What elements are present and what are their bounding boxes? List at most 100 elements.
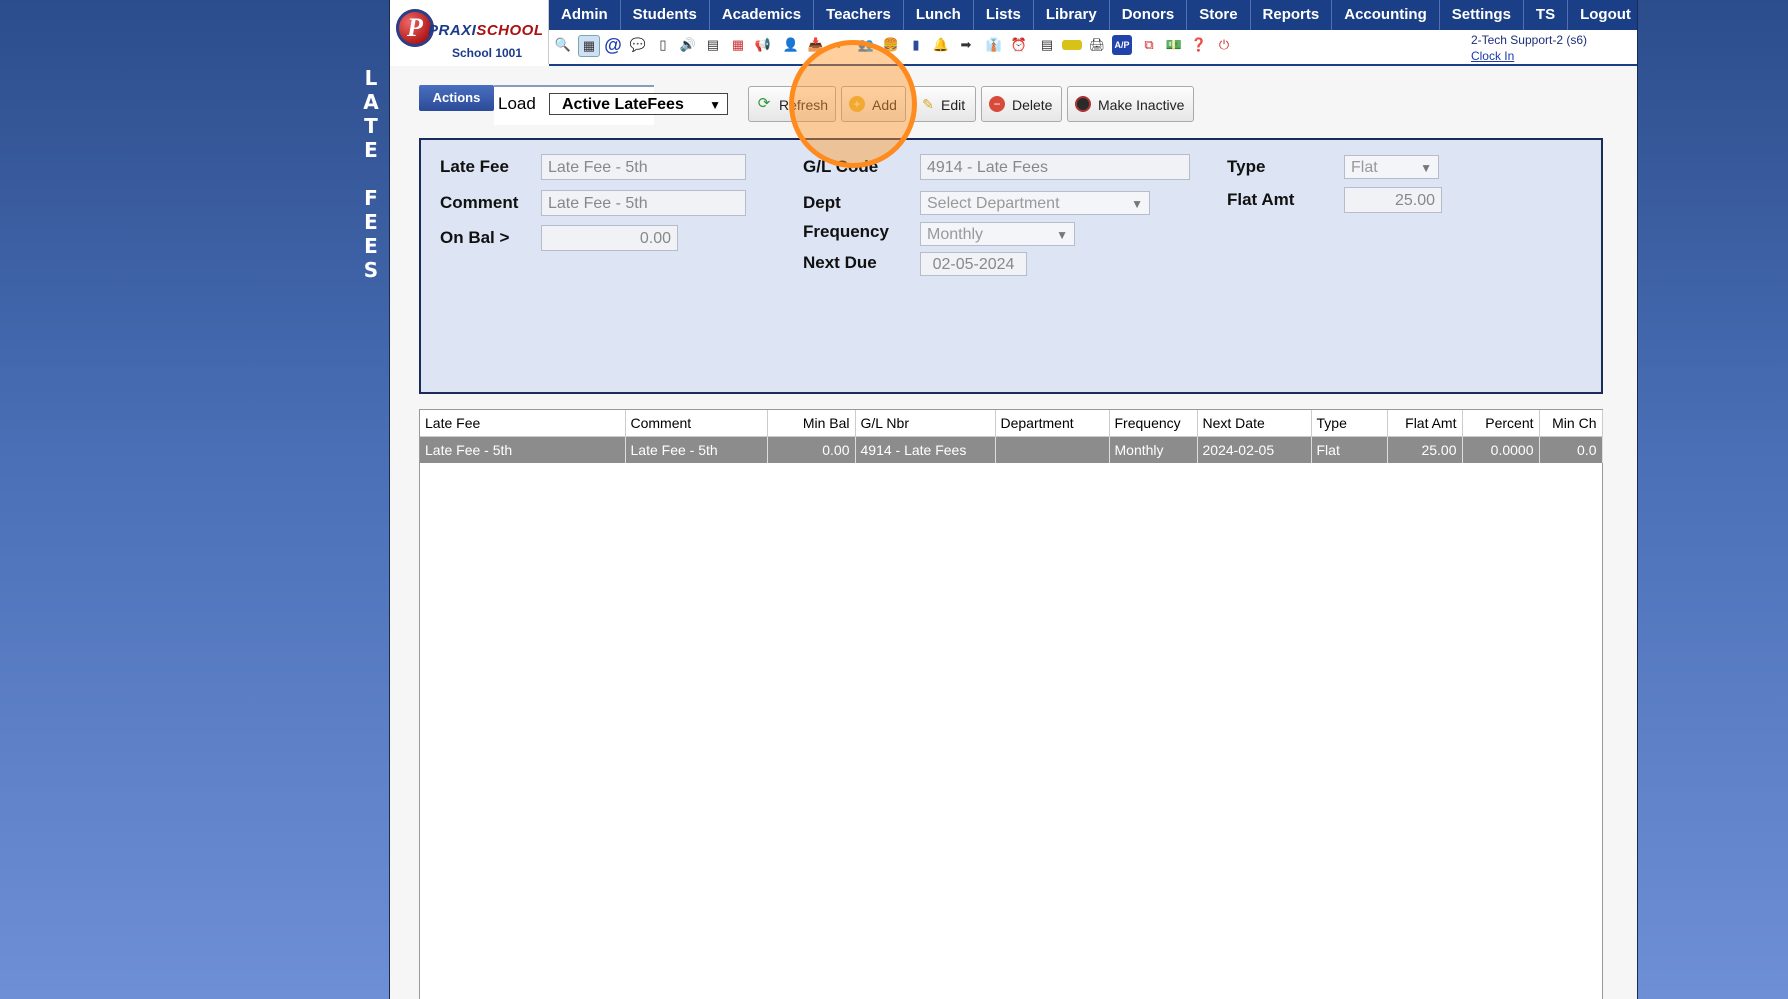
on-bal-input[interactable]: 0.00 — [541, 225, 678, 251]
check-icon[interactable]: ✔ — [831, 35, 851, 55]
column-header[interactable]: Late Fee — [420, 410, 626, 437]
load-select-value: Active LateFees — [562, 96, 684, 113]
column-header[interactable]: Type — [1311, 410, 1388, 437]
ap-icon[interactable]: A/P — [1112, 35, 1132, 55]
menu-item-settings[interactable]: Settings — [1440, 0, 1524, 30]
email-icon[interactable]: @ — [603, 35, 623, 55]
late-fees-grid: Late Fee Comment Min Bal G/L Nbr Department F… — [419, 409, 1603, 999]
menu-item-ts[interactable]: TS — [1524, 0, 1569, 30]
next-due-input[interactable]: 02-05-2024 — [920, 252, 1027, 276]
menu-item-lists[interactable]: Lists — [974, 0, 1034, 30]
teacher-icon[interactable]: 👔 — [984, 35, 1004, 55]
speaker-icon[interactable]: 🔊 — [678, 35, 698, 55]
column-header[interactable]: Min Bal — [767, 410, 856, 437]
menu-item-students[interactable]: Students — [621, 0, 710, 30]
frequency-select[interactable]: Monthly ▼ — [920, 222, 1075, 246]
forward-icon[interactable]: ➡ — [956, 35, 976, 55]
chevron-down-icon: ▼ — [709, 98, 721, 112]
menu-item-accounting[interactable]: Accounting — [1332, 0, 1440, 30]
column-header[interactable]: Frequency — [1109, 410, 1198, 437]
refresh-label: Refresh — [779, 97, 829, 113]
main-menu: Admin Students Academics Teachers Lunch Lists… — [549, 0, 1637, 30]
cash-icon[interactable]: 💵 — [1164, 35, 1184, 55]
type-select[interactable]: Flat ▼ — [1344, 155, 1439, 179]
load-select[interactable]: Active LateFees ▼ — [549, 93, 728, 115]
page-title-letter: E — [364, 138, 378, 162]
app-window: P PRAXISCHOOL School 1001 Admin Students A… — [389, 0, 1638, 999]
grid-icon[interactable]: ▦ — [578, 35, 600, 57]
user-info: 2-Tech Support-2 (s6) Clock In — [1471, 32, 1587, 64]
power-icon[interactable]: ⏻ — [1214, 35, 1234, 55]
megaphone-icon[interactable]: 📢 — [753, 35, 773, 55]
menu-item-reports[interactable]: Reports — [1251, 0, 1333, 30]
inbox-icon[interactable]: 📥 — [806, 35, 826, 55]
page-title-letter: F — [364, 186, 378, 210]
school-name: School 1001 — [452, 46, 523, 60]
table-cell: 0.00 — [767, 436, 856, 463]
dept-select[interactable]: Select Department ▼ — [920, 191, 1150, 215]
chat-icon[interactable]: 💬 — [628, 35, 648, 55]
menu-item-library[interactable]: Library — [1034, 0, 1110, 30]
chevron-down-icon: ▼ — [1131, 197, 1143, 211]
praxischool-logo[interactable]: P PRAXISCHOOL School 1001 — [390, 0, 549, 64]
search-icon[interactable]: 🔍 — [553, 35, 573, 55]
page-title-letter: T — [364, 114, 378, 138]
table-row[interactable]: Late Fee - 5th Late Fee - 5th 0.00 4914 - L… — [420, 436, 1603, 463]
document-icon[interactable]: ▤ — [1037, 35, 1057, 55]
column-header[interactable]: Min Ch — [1539, 410, 1603, 437]
edit-button[interactable]: ✎ Edit — [912, 86, 976, 122]
refresh-button[interactable]: ⟳ Refresh — [748, 86, 836, 122]
printer-icon[interactable]: 🖨 — [1087, 35, 1107, 55]
comment-input[interactable]: Late Fee - 5th — [541, 190, 746, 216]
calendar-icon[interactable]: ▦ — [728, 35, 748, 55]
table-cell: 25.00 — [1387, 436, 1463, 463]
table-cell: 0.0000 — [1462, 436, 1540, 463]
page-title-vertical: LATE FEES — [361, 66, 381, 282]
clock-in-link[interactable]: Clock In — [1471, 48, 1587, 64]
page-title-letter: L — [364, 66, 378, 90]
clock-icon[interactable]: ⏰ — [1009, 35, 1029, 55]
menu-item-logout[interactable]: Logout — [1568, 0, 1637, 30]
main-content: Actions Load Active LateFees ▼ ⟳ Refresh… — [390, 40, 1637, 999]
late-fee-input[interactable]: Late Fee - 5th — [541, 154, 746, 180]
frequency-label: Frequency — [803, 222, 889, 241]
people-icon[interactable]: 👥 — [856, 35, 876, 55]
menu-item-store[interactable]: Store — [1187, 0, 1251, 30]
column-header[interactable]: Department — [995, 410, 1110, 437]
type-select-value: Flat — [1351, 159, 1378, 176]
column-header[interactable]: Comment — [625, 410, 768, 437]
pencil-icon: ✎ — [922, 96, 934, 112]
column-header[interactable]: Next Date — [1197, 410, 1312, 437]
column-header[interactable]: G/L Nbr — [855, 410, 996, 437]
card-icon[interactable] — [1062, 40, 1082, 50]
late-fee-label: Late Fee — [440, 157, 509, 176]
report-icon[interactable]: ▤ — [703, 35, 723, 55]
lunch-icon[interactable]: 🍔 — [881, 35, 901, 55]
menu-item-teachers[interactable]: Teachers — [814, 0, 904, 30]
menu-item-admin[interactable]: Admin — [549, 0, 621, 30]
page-title-letter: A — [363, 90, 379, 114]
delete-button[interactable]: − Delete — [981, 86, 1062, 122]
table-cell: Flat — [1311, 436, 1388, 463]
actions-tab[interactable]: Actions — [419, 85, 494, 111]
menu-item-academics[interactable]: Academics — [710, 0, 815, 30]
menu-item-donors[interactable]: Donors — [1110, 0, 1188, 30]
column-header[interactable]: Flat Amt — [1387, 410, 1463, 437]
frequency-select-value: Monthly — [927, 226, 984, 243]
person-add-icon[interactable]: 👤 — [781, 35, 801, 55]
mobile-icon[interactable]: ▯ — [653, 35, 673, 55]
table-cell: Late Fee - 5th — [625, 436, 768, 463]
late-fee-form: Late Fee Late Fee - 5th Comment Late Fee… — [419, 138, 1603, 394]
bell-icon[interactable]: 🔔 — [931, 35, 951, 55]
flat-amt-input[interactable]: 25.00 — [1344, 187, 1442, 213]
add-button[interactable]: + Add — [841, 86, 906, 122]
pdf-icon[interactable]: ⧉ — [1139, 35, 1159, 55]
column-header[interactable]: Percent — [1462, 410, 1540, 437]
book-icon[interactable]: ▮ — [906, 35, 926, 55]
menu-item-lunch[interactable]: Lunch — [904, 0, 974, 30]
gl-code-input[interactable]: 4914 - Late Fees — [920, 154, 1190, 180]
help-icon[interactable]: ❓ — [1189, 35, 1209, 55]
table-cell: 4914 - Late Fees — [855, 436, 996, 463]
make-inactive-button[interactable]: Make Inactive — [1067, 86, 1194, 122]
logo-brand: PRAXISCHOOL — [428, 22, 544, 39]
